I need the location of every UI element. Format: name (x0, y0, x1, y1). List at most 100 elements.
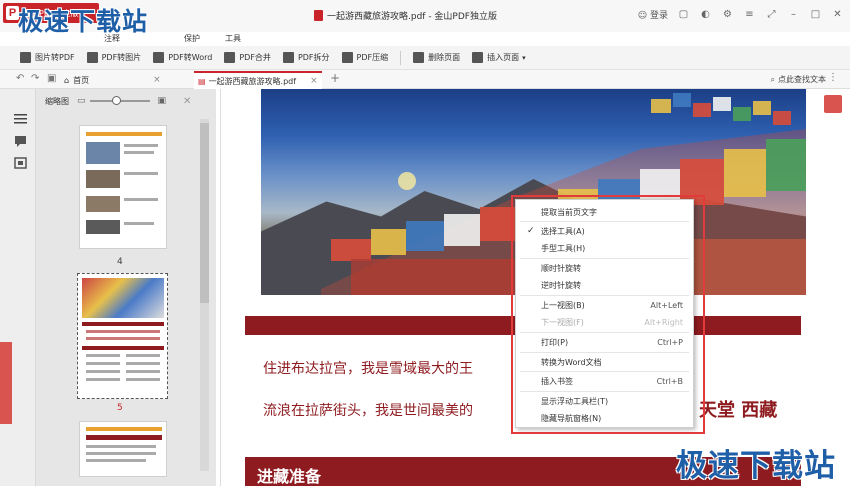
menu-hide-nav-pane[interactable]: 隐藏导航窗格(N) (516, 410, 693, 426)
page-thumbnail-4[interactable] (79, 125, 167, 249)
floating-tool-icon[interactable] (824, 95, 842, 113)
pdf-to-word-button[interactable]: PDF转Word (153, 52, 212, 63)
redo-icon[interactable]: ↷ (31, 73, 39, 84)
check-icon: ✓ (527, 226, 535, 236)
maximize-icon[interactable]: □ (809, 9, 822, 20)
menu-select-tool-label: 选择工具(A) (541, 226, 585, 236)
document-line-2-tail: 天堂 西藏 (699, 400, 778, 421)
pdf-to-image-button[interactable]: PDF转图片 (86, 52, 142, 63)
menu-previous-view[interactable]: 上一视图(B) Alt+Left (516, 297, 693, 313)
zoom-out-icon[interactable]: ▭ (77, 96, 86, 106)
new-tab-button[interactable]: + (330, 71, 340, 85)
thumbnail-scrollbar-thumb[interactable] (200, 123, 209, 303)
pdf-to-word-icon (153, 52, 165, 63)
menu-print-shortcut: Ctrl+P (657, 337, 683, 347)
pdf-compress-button[interactable]: PDF压缩 (341, 52, 389, 63)
delete-page-label: 删除页面 (428, 53, 461, 62)
feedback-icon[interactable]: ▢ (677, 9, 690, 20)
attachments-icon[interactable] (14, 157, 27, 169)
menu-hand-tool-label: 手型工具(H) (541, 243, 586, 253)
toolbar: 图片转PDF PDF转图片 PDF转Word PDF合并 PDF拆分 PDF压缩… (0, 46, 850, 70)
page-thumbnail-5[interactable] (77, 273, 168, 399)
pdf-compress-icon (341, 52, 353, 63)
search-icon: ⌕ (770, 75, 775, 84)
thumbnail-panel-header: 缩略图 ▭ ▣ ✕ (36, 89, 216, 113)
tab-home[interactable]: ⌂ 首页 × (64, 71, 190, 89)
menu-previous-view-label: 上一视图(B) (541, 300, 585, 310)
save-icon[interactable]: ▣ (47, 73, 56, 84)
pdf-split-icon (282, 52, 294, 63)
pdf-merge-icon (224, 52, 236, 63)
menu-rotate-ccw[interactable]: 逆时针旋转 (516, 277, 693, 293)
menu-print[interactable]: 打印(P) Ctrl+P (516, 334, 693, 350)
menu-separator (520, 391, 689, 392)
window-title: 一起游西藏旅游攻略.pdf - 金山PDF独立版 (314, 9, 497, 22)
pdf-file-icon (314, 10, 323, 21)
menu-extract-text[interactable]: 提取当前页文字 (516, 204, 693, 220)
thumbnail-panel-title: 缩略图 (45, 96, 69, 106)
pdf-merge-button[interactable]: PDF合并 (224, 52, 271, 63)
page-thumbnail-6[interactable] (79, 421, 167, 477)
thumbnail-panel: 缩略图 ▭ ▣ ✕ 4 5 (36, 89, 216, 486)
page-number-5: 5 (117, 403, 123, 413)
menu-rotate-cw[interactable]: 顺时针旋转 (516, 260, 693, 276)
tab-document-label: 一起游西藏旅游攻略.pdf (208, 76, 297, 86)
menu-convert-word[interactable]: 转换为Word文档 (516, 354, 693, 370)
comments-icon[interactable] (14, 135, 27, 147)
menu-insert-bookmark-label: 插入书签 (541, 376, 573, 386)
settings-icon[interactable]: ⚙ (721, 9, 734, 20)
zoom-in-icon[interactable]: ▣ (158, 96, 167, 106)
title-controls: ☺ 登录 ▢ ◐ ⚙ ≡ ⤢ – □ ✕ (638, 8, 844, 21)
context-menu: 提取当前页文字 ✓ 选择工具(A) 手型工具(H) 顺时针旋转 逆时针旋转 上一视… (515, 199, 694, 428)
tab-home-close-icon[interactable]: × (153, 75, 161, 85)
menu-separator (520, 332, 689, 333)
menu-rotate-ccw-label: 逆时针旋转 (541, 280, 581, 290)
slider-handle[interactable] (111, 96, 121, 105)
menu-hide-nav-pane-label: 隐藏导航窗格(N) (541, 413, 602, 423)
image-to-pdf-label: 图片转PDF (35, 53, 75, 62)
menu-separator (520, 258, 689, 259)
delete-page-button[interactable]: 删除页面 (413, 52, 460, 63)
menu-print-label: 打印(P) (541, 337, 569, 347)
close-icon[interactable]: ✕ (831, 9, 844, 20)
more-options-icon[interactable]: ⋮ (828, 72, 838, 83)
insert-page-button[interactable]: 插入页面 ▾ (472, 52, 526, 63)
menu-insert-bookmark[interactable]: 插入书签 Ctrl+B (516, 373, 693, 389)
insert-page-label: 插入页面 (487, 53, 520, 62)
thumbnail-size-slider[interactable] (89, 96, 150, 105)
find-text-button[interactable]: ⌕ 点此查找文本 (771, 74, 826, 85)
undo-icon[interactable]: ↶ (16, 73, 24, 84)
home-icon: ⌂ (64, 75, 70, 85)
menu-select-tool[interactable]: ✓ 选择工具(A) (516, 223, 693, 239)
login-button[interactable]: ☺ 登录 (638, 8, 668, 21)
image-to-pdf-button[interactable]: 图片转PDF (20, 52, 75, 63)
pdf-split-button[interactable]: PDF拆分 (282, 52, 330, 63)
pdf-to-word-label: PDF转Word (168, 53, 213, 62)
menu-floating-toolbar[interactable]: 显示浮动工具栏(T) (516, 393, 693, 409)
pdf-split-label: PDF拆分 (297, 53, 330, 62)
page-number-4: 4 (117, 257, 123, 267)
menu-next-view: 下一视图(F) Alt+Right (516, 314, 693, 330)
menu-hand-tool[interactable]: 手型工具(H) (516, 240, 693, 256)
minimize-icon[interactable]: – (787, 9, 800, 20)
watermark-top: 极速下载站 (18, 7, 149, 36)
pdf-to-image-label: PDF转图片 (101, 53, 142, 62)
menu-protect[interactable]: 保护 (184, 33, 200, 44)
outline-icon[interactable] (14, 113, 27, 125)
menu-floating-toolbar-label: 显示浮动工具栏(T) (541, 396, 609, 406)
side-indicator (0, 342, 12, 424)
image-to-pdf-icon (20, 52, 31, 63)
menu-icon[interactable]: ≡ (743, 9, 756, 20)
skin-icon[interactable]: ◐ (699, 9, 712, 20)
pdf-compress-label: PDF压缩 (356, 53, 389, 62)
panel-close-icon[interactable]: ✕ (183, 96, 191, 107)
tab-document[interactable]: ▤ 一起游西藏旅游攻略.pdf × (194, 71, 322, 89)
fullscreen-icon[interactable]: ⤢ (765, 9, 778, 20)
document-line-1: 住进布达拉宫，我是雪域最大的王 (263, 361, 473, 377)
menu-tools[interactable]: 工具 (225, 33, 241, 44)
tab-document-close-icon[interactable]: × (310, 76, 318, 86)
pdf-tab-icon: ▤ (198, 76, 206, 86)
menu-separator (520, 221, 689, 222)
menu-separator (520, 371, 689, 372)
delete-page-icon (413, 52, 425, 63)
